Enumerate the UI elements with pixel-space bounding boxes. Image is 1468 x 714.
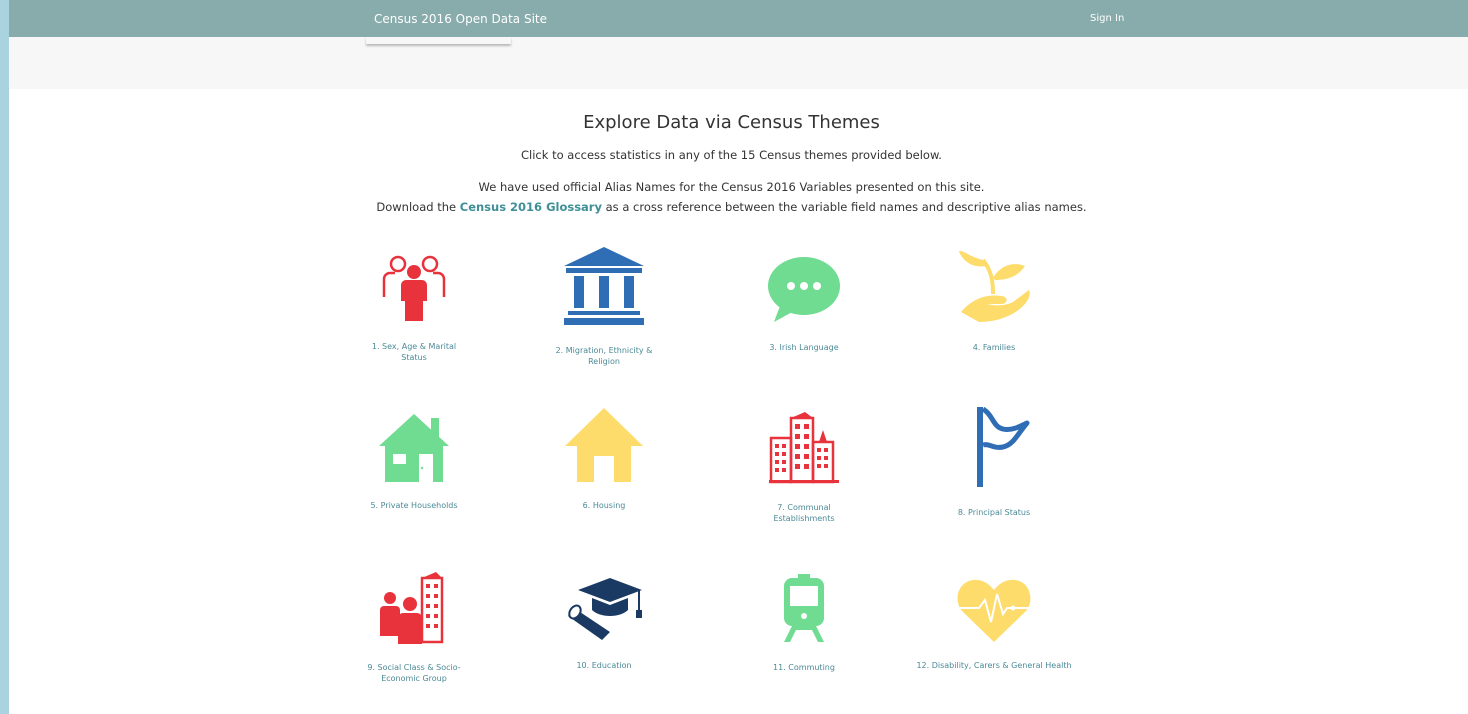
alias-names-text: We have used official Alias Names for th… (478, 180, 985, 194)
glossary-text-prefix: Download the (376, 200, 460, 214)
theme-card-education[interactable]: 10. Education (549, 574, 659, 671)
top-navigation-bar: Census 2016 Open Data Site Sign In (9, 0, 1468, 37)
graduation-icon (568, 578, 642, 640)
theme-card-health[interactable]: 12. Disability, Carers & General Health (916, 578, 1072, 671)
theme-label: 9. Social Class & Socio-Economic Group (367, 663, 461, 683)
people-icon (382, 255, 446, 321)
theme-card-commuting[interactable]: 11. Commuting (749, 574, 859, 673)
theme-card-housing[interactable]: 6. Housing (549, 408, 659, 511)
theme-label: 2. Migration, Ethnicity & Religion (555, 346, 653, 366)
glossary-link[interactable]: Census 2016 Glossary (460, 200, 602, 214)
theme-label: 11. Commuting (773, 663, 835, 672)
train-icon (784, 574, 824, 642)
heart-pulse-icon (957, 579, 1031, 642)
glossary-text: Download the Census 2016 Glossary as a c… (9, 200, 1454, 214)
intro-text: Click to access statistics in any of the… (521, 148, 942, 162)
theme-label: 7. Communal Establishments (773, 503, 835, 523)
theme-label: 8. Principal Status (957, 508, 1031, 517)
plant-in-hand-icon (959, 250, 1030, 322)
theme-card-migration[interactable]: 2. Migration, Ethnicity & Religion (549, 247, 659, 367)
people-buildings-icon (380, 572, 444, 644)
theme-label: 1. Sex, Age & Marital Status (371, 342, 457, 362)
site-title-link[interactable]: Census 2016 Open Data Site (374, 12, 547, 26)
hero-dropdown-tab (366, 37, 511, 44)
theme-card-families[interactable]: 4. Families (939, 250, 1049, 353)
theme-label: 10. Education (576, 661, 632, 670)
theme-label: 3. Irish Language (769, 343, 839, 352)
sign-in-link[interactable]: Sign In (1090, 13, 1124, 24)
section-heading: Explore Data via Census Themes (583, 112, 880, 133)
theme-label: 6. Housing (582, 501, 626, 510)
buildings-icon (769, 412, 839, 484)
speech-bubble-icon (768, 257, 840, 322)
theme-card-irish-language[interactable]: 3. Irish Language (749, 256, 859, 353)
theme-card-private-households[interactable]: 5. Private Households (359, 414, 469, 511)
theme-card-principal-status[interactable]: 8. Principal Status (939, 405, 1049, 518)
theme-label: 4. Families (972, 343, 1016, 352)
theme-card-social-class[interactable]: 9. Social Class & Socio-Economic Group (359, 572, 469, 684)
glossary-text-suffix: as a cross reference between the variabl… (601, 200, 1087, 214)
institution-icon (564, 247, 644, 325)
theme-label: 12. Disability, Carers & General Health (916, 661, 1072, 670)
home-icon (565, 408, 643, 482)
theme-card-communal[interactable]: 7. Communal Establishments (749, 412, 859, 524)
theme-card-sex-age-marital[interactable]: 1. Sex, Age & Marital Status (359, 247, 469, 363)
hero-banner (9, 37, 1468, 89)
flag-icon (977, 406, 1030, 487)
page: Census 2016 Open Data Site Sign In Explo… (9, 0, 1468, 714)
theme-label: 5. Private Households (370, 501, 458, 510)
house-icon (379, 414, 449, 482)
